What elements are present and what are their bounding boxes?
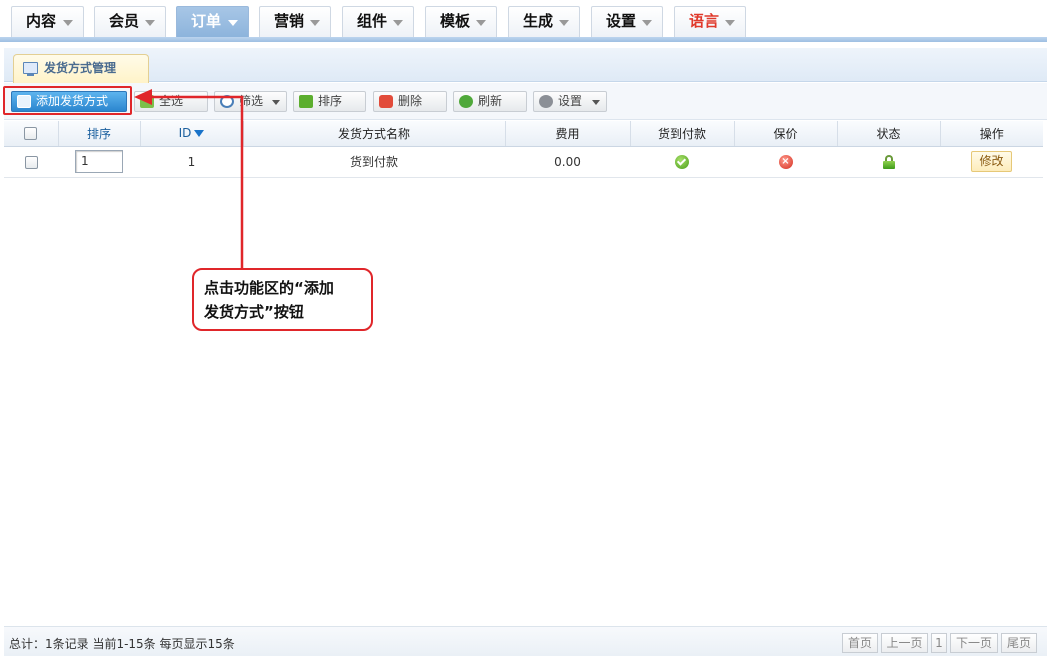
row-fee: 0.00 (505, 146, 630, 178)
nav-item-label: 订单 (191, 12, 222, 30)
pager-last[interactable]: 尾页 (1001, 633, 1037, 653)
filter-button[interactable]: 筛选 (214, 91, 287, 112)
refresh-button[interactable]: 刷新 (453, 91, 527, 112)
row-checkbox-cell (4, 146, 58, 178)
chevron-down-icon (63, 20, 73, 26)
delete-label: 删除 (398, 94, 423, 108)
table-row: 1 1 货到付款 0.00 × 修改 (4, 146, 1043, 178)
highlight-box (3, 86, 132, 115)
sort-button[interactable]: 排序 (293, 91, 366, 112)
settings-button[interactable]: 设置 (533, 91, 607, 112)
edit-button[interactable]: 修改 (971, 151, 1012, 172)
delete-x-icon (379, 95, 393, 108)
chevron-down-icon (559, 20, 569, 26)
filter-label: 筛选 (239, 94, 264, 108)
row-insured-cell: × (734, 146, 837, 178)
settings-label: 设置 (558, 94, 583, 108)
nav-item-label: 营销 (274, 12, 305, 30)
header-sort[interactable]: 排序 (58, 121, 141, 147)
chevron-down-icon (725, 20, 735, 26)
header-action: 操作 (940, 121, 1043, 147)
nav-item-label: 设置 (606, 12, 637, 30)
nav-item-component[interactable]: 组件 (342, 6, 414, 37)
table-header-row: 排序 ID 发货方式名称 费用 货到付款 保价 状态 操作 (4, 121, 1043, 147)
shipping-methods-table: 排序 ID 发货方式名称 费用 货到付款 保价 状态 操作 1 1 货到付款 0… (4, 121, 1043, 178)
chevron-down-icon (476, 20, 486, 26)
toolbar: 添加发货方式 全选 筛选 排序 删除 刷新 设置 (4, 83, 1047, 120)
nav-item-content[interactable]: 内容 (11, 6, 84, 37)
nav-item-member[interactable]: 会员 (94, 6, 166, 37)
sort-label: 排序 (318, 94, 343, 108)
chevron-down-icon (592, 100, 600, 105)
row-checkbox[interactable] (24, 155, 38, 169)
header-status: 状态 (837, 121, 941, 147)
footer-bar: 总计：1条记录 当前1-15条 每页显示15条 首页 上一页 1 下一页 尾页 (4, 626, 1047, 656)
nav-item-label: 生成 (523, 12, 554, 30)
row-action-cell: 修改 (940, 146, 1043, 178)
instruction-callout: 点击功能区的“添加 发货方式”按钮 (192, 268, 373, 331)
pager-current[interactable]: 1 (931, 633, 947, 653)
tab-strip: 发货方式管理 (4, 48, 1047, 83)
check-circle-icon[interactable] (675, 154, 689, 169)
pager-next[interactable]: 下一页 (950, 633, 998, 653)
header-cod: 货到付款 (630, 121, 735, 147)
row-sort-cell: 1 (58, 146, 140, 178)
nav-item-label: 会员 (109, 12, 140, 30)
nav-item-label: 语言 (689, 12, 720, 30)
nav-item-label: 模板 (440, 12, 471, 30)
chevron-down-icon (310, 20, 320, 26)
row-cod-cell (630, 146, 734, 178)
sort-desc-icon (194, 130, 205, 138)
row-id: 1 (140, 146, 243, 178)
callout-line-2: 发货方式”按钮 (204, 303, 304, 321)
monitor-icon (23, 62, 38, 76)
sort-order-input[interactable]: 1 (75, 150, 123, 173)
chevron-down-icon (393, 20, 403, 26)
chevron-down-icon (272, 100, 280, 105)
chevron-down-icon (145, 20, 155, 26)
record-summary: 总计：1条记录 当前1-15条 每页显示15条 (9, 637, 235, 651)
nav-item-label: 内容 (26, 12, 57, 30)
refresh-icon (459, 95, 473, 108)
nav-item-generate[interactable]: 生成 (508, 6, 580, 37)
header-id[interactable]: ID (140, 121, 244, 147)
gear-icon (539, 95, 553, 108)
select-all-icon (140, 95, 154, 108)
unlock-icon[interactable] (882, 154, 895, 169)
nav-item-template[interactable]: 模板 (425, 6, 497, 37)
select-all-label: 全选 (159, 94, 184, 108)
chevron-down-icon (642, 20, 652, 26)
nav-item-language[interactable]: 语言 (674, 6, 746, 37)
callout-line-1: 点击功能区的“添加 (204, 279, 334, 297)
header-insured: 保价 (734, 121, 838, 147)
chevron-down-icon (228, 20, 238, 26)
tab-label: 发货方式管理 (44, 61, 117, 75)
top-nav: 内容 会员 订单 营销 组件 模板 生成 设置 语言 (0, 0, 1047, 42)
pager-prev[interactable]: 上一页 (881, 633, 928, 653)
refresh-label: 刷新 (478, 94, 503, 108)
nav-item-settings[interactable]: 设置 (591, 6, 663, 37)
tab-shipping-methods[interactable]: 发货方式管理 (13, 54, 149, 83)
nav-item-order[interactable]: 订单 (176, 6, 249, 37)
delete-button[interactable]: 删除 (373, 91, 447, 112)
nav-item-marketing[interactable]: 营销 (259, 6, 331, 37)
select-all-button[interactable]: 全选 (134, 91, 208, 112)
header-name: 发货方式名称 (243, 121, 506, 147)
select-all-checkbox[interactable] (24, 127, 38, 141)
row-status-cell (837, 146, 940, 178)
cross-circle-icon[interactable]: × (778, 154, 793, 169)
pager-first[interactable]: 首页 (842, 633, 878, 653)
sort-arrows-icon (299, 95, 313, 108)
header-id-label: ID (178, 126, 192, 141)
header-checkbox-cell (4, 121, 59, 147)
nav-item-label: 组件 (357, 12, 388, 30)
row-name: 货到付款 (243, 146, 505, 178)
header-fee: 费用 (505, 121, 631, 147)
magnifier-icon (220, 95, 234, 108)
nav-underline (0, 37, 1047, 42)
